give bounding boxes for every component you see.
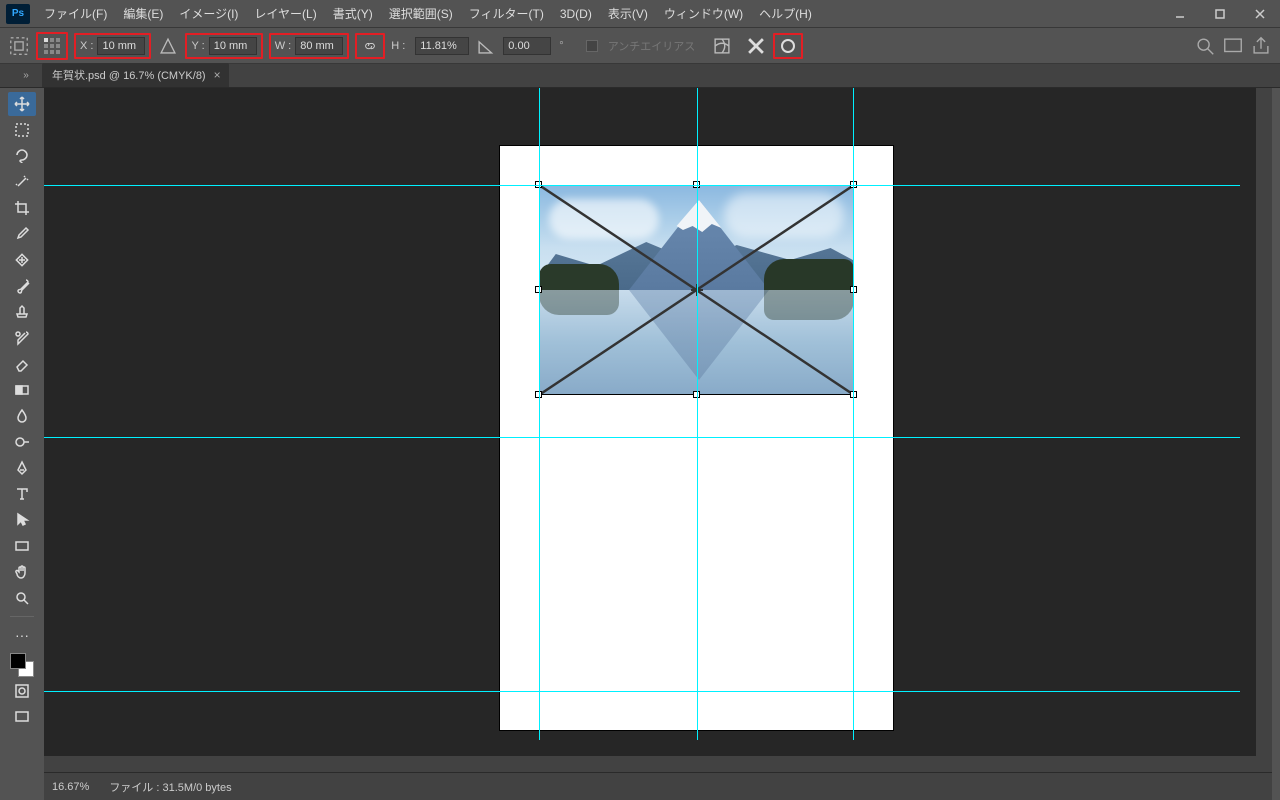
scrollbar-corner — [1256, 756, 1272, 772]
menu-filter[interactable]: フィルター(T) — [461, 0, 552, 28]
lasso-tool[interactable] — [8, 144, 36, 168]
right-panel-rail[interactable] — [1272, 88, 1280, 772]
clone-stamp-tool[interactable] — [8, 300, 36, 324]
crop-tool[interactable] — [8, 196, 36, 220]
document-tabs: » 年賀状.psd @ 16.7% (CMYK/8) × — [0, 64, 1280, 88]
hand-tool[interactable] — [8, 560, 36, 584]
angle-icon — [475, 35, 497, 57]
menu-view[interactable]: 表示(V) — [600, 0, 656, 28]
reference-point-icon — [42, 36, 62, 56]
panel-collapse-icon[interactable]: » — [10, 63, 42, 87]
circle-icon — [780, 38, 796, 54]
link-icon — [363, 39, 377, 53]
menu-file[interactable]: ファイル(F) — [36, 0, 115, 28]
foreground-color-swatch[interactable] — [10, 653, 26, 669]
canvas-area[interactable] — [44, 88, 1256, 756]
y-label: Y : — [191, 40, 204, 52]
menu-image[interactable]: イメージ(I) — [171, 0, 246, 28]
scrollbar-vertical[interactable] — [1256, 88, 1272, 756]
menu-type[interactable]: 書式(Y) — [325, 0, 381, 28]
main-menu: ファイル(F) 編集(E) イメージ(I) レイヤー(L) 書式(Y) 選択範囲… — [36, 0, 820, 28]
x-label: X : — [80, 40, 93, 52]
menu-3d[interactable]: 3D(D) — [552, 0, 600, 28]
link-wh-button[interactable] — [355, 33, 385, 59]
ps-logo-icon: Ps — [6, 4, 30, 24]
w-label: W : — [275, 40, 292, 52]
h-input[interactable] — [415, 37, 469, 55]
y-field-group: Y : — [185, 33, 262, 59]
guide-horizontal[interactable] — [44, 691, 1240, 692]
window-maximize-button[interactable] — [1200, 0, 1240, 28]
workspace — [44, 88, 1272, 772]
eyedropper-tool[interactable] — [8, 222, 36, 246]
antialias-label: アンチエイリアス — [608, 38, 696, 54]
screen-mode-button[interactable] — [8, 705, 36, 729]
move-tool[interactable] — [8, 92, 36, 116]
marquee-tool[interactable] — [8, 118, 36, 142]
guide-horizontal[interactable] — [44, 437, 1240, 438]
angle-unit: ° — [559, 40, 563, 52]
tools-panel: ··· — [0, 88, 44, 772]
h-label: H : — [391, 40, 405, 52]
zoom-tool[interactable] — [8, 586, 36, 610]
menu-layer[interactable]: レイヤー(L) — [246, 0, 324, 28]
reference-point-picker[interactable] — [36, 32, 68, 60]
warp-mode-button[interactable] — [711, 35, 733, 57]
y-input[interactable] — [209, 37, 257, 55]
menu-select[interactable]: 選択範囲(S) — [381, 0, 461, 28]
window-close-button[interactable] — [1240, 0, 1280, 28]
guide-horizontal[interactable] — [44, 185, 1240, 186]
menu-window[interactable]: ウィンドウ(W) — [656, 0, 751, 28]
status-file-info[interactable]: ファイル : 31.5M/0 bytes — [109, 779, 231, 795]
scrollbar-horizontal[interactable] — [44, 756, 1256, 772]
path-selection-tool[interactable] — [8, 508, 36, 532]
document-tab-title: 年賀状.psd @ 16.7% (CMYK/8) — [52, 67, 206, 83]
status-zoom[interactable]: 16.67% — [52, 781, 89, 793]
color-swatches[interactable] — [10, 653, 34, 677]
history-brush-tool[interactable] — [8, 326, 36, 350]
type-tool[interactable] — [8, 482, 36, 506]
menu-help[interactable]: ヘルプ(H) — [751, 0, 820, 28]
options-bar: X : Y : W : H : ° アンチエイリアス — [0, 28, 1280, 64]
menu-edit[interactable]: 編集(E) — [115, 0, 171, 28]
window-controls — [1160, 0, 1280, 28]
edit-toolbar-icon[interactable]: ··· — [8, 623, 36, 647]
dodge-tool[interactable] — [8, 430, 36, 454]
angle-input[interactable] — [503, 37, 551, 55]
magic-wand-tool[interactable] — [8, 170, 36, 194]
cancel-transform-button[interactable] — [745, 35, 767, 57]
menubar: Ps ファイル(F) 編集(E) イメージ(I) レイヤー(L) 書式(Y) 選… — [0, 0, 1280, 28]
x-input[interactable] — [97, 37, 145, 55]
window-minimize-button[interactable] — [1160, 0, 1200, 28]
rectangle-tool[interactable] — [8, 534, 36, 558]
x-field-group: X : — [74, 33, 151, 59]
quick-mask-button[interactable] — [8, 679, 36, 703]
brush-tool[interactable] — [8, 274, 36, 298]
pen-tool[interactable] — [8, 456, 36, 480]
delta-icon[interactable] — [157, 35, 179, 57]
commit-transform-button[interactable] — [773, 33, 803, 59]
transform-tool-icon — [8, 35, 30, 57]
eraser-tool[interactable] — [8, 352, 36, 376]
status-bar: 16.67% ファイル : 31.5M/0 bytes — [44, 772, 1272, 800]
document-tab[interactable]: 年賀状.psd @ 16.7% (CMYK/8) × — [42, 63, 229, 87]
healing-brush-tool[interactable] — [8, 248, 36, 272]
blur-tool[interactable] — [8, 404, 36, 428]
search-icon[interactable] — [1194, 35, 1216, 57]
tool-separator — [10, 616, 34, 617]
w-input[interactable] — [295, 37, 343, 55]
screen-mode-icon[interactable] — [1222, 35, 1244, 57]
w-field-group: W : — [269, 33, 350, 59]
gradient-tool[interactable] — [8, 378, 36, 402]
antialias-checkbox[interactable] — [586, 40, 598, 52]
close-tab-icon[interactable]: × — [214, 68, 221, 82]
share-icon[interactable] — [1250, 35, 1272, 57]
